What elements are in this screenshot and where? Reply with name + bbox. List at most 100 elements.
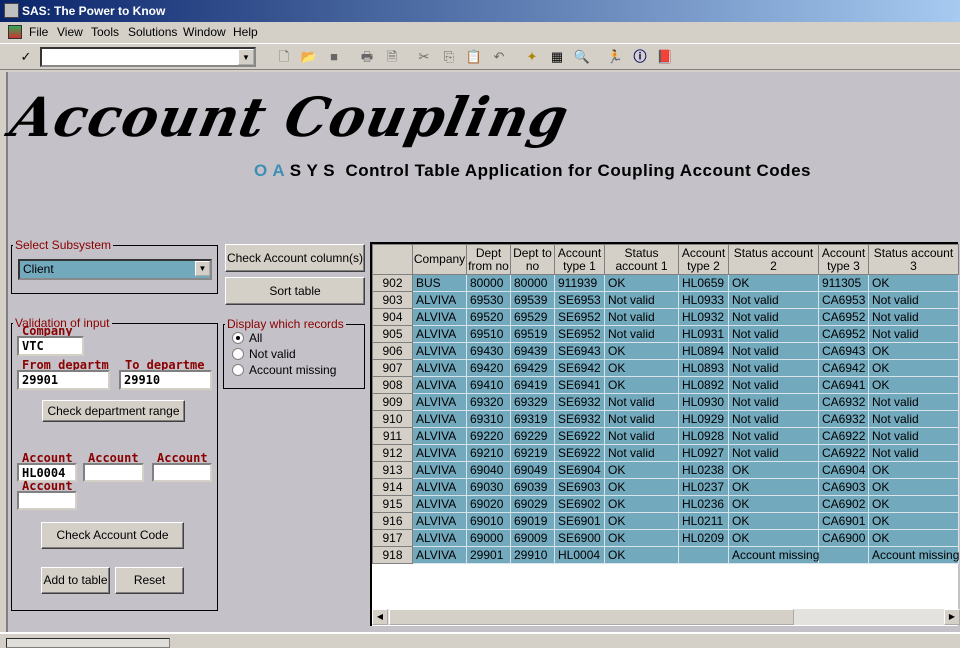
table-cell[interactable]: Not valid — [728, 359, 819, 377]
run-icon[interactable]: 🏃 — [606, 48, 624, 66]
menu-window[interactable]: Window — [183, 22, 226, 42]
table-cell[interactable]: OK — [604, 495, 679, 513]
table-cell[interactable]: OK — [868, 529, 959, 547]
table-cell[interactable]: SE6922 — [554, 444, 605, 462]
table-cell[interactable]: OK — [604, 461, 679, 479]
table-cell[interactable]: 69519 — [510, 325, 555, 343]
column-header[interactable]: Status account 2 — [728, 244, 819, 275]
table-cell[interactable]: OK — [604, 546, 679, 564]
column-header[interactable]: Dept to no — [510, 244, 555, 275]
table-cell[interactable]: BUS — [412, 274, 467, 292]
table-cell[interactable]: HL0894 — [678, 342, 729, 360]
table-cell[interactable]: Not valid — [604, 427, 679, 445]
row-number[interactable]: 917 — [372, 529, 413, 547]
row-number[interactable]: 905 — [372, 325, 413, 343]
table-cell[interactable]: 69030 — [466, 478, 511, 496]
table-cell[interactable]: ALVIVA — [412, 427, 467, 445]
table-cell[interactable]: OK — [728, 495, 819, 513]
table-cell[interactable]: SE6943 — [554, 342, 605, 360]
table-cell[interactable]: 69010 — [466, 512, 511, 530]
row-number[interactable]: 906 — [372, 342, 413, 360]
column-header[interactable]: Account type 3 — [818, 244, 869, 275]
table-cell[interactable]: 80000 — [510, 274, 555, 292]
sort-table-button[interactable]: Sort table — [225, 277, 365, 305]
table-cell[interactable]: HL0931 — [678, 325, 729, 343]
table-cell[interactable]: OK — [728, 461, 819, 479]
row-number[interactable]: 908 — [372, 376, 413, 394]
column-header[interactable]: Dept from no — [466, 244, 511, 275]
table-cell[interactable]: ALVIVA — [412, 359, 467, 377]
table-cell[interactable]: SE6904 — [554, 461, 605, 479]
table-cell[interactable]: 69439 — [510, 342, 555, 360]
table-cell[interactable]: ALVIVA — [412, 376, 467, 394]
menu-tools[interactable]: Tools — [91, 22, 119, 42]
table-cell[interactable]: HL0933 — [678, 291, 729, 309]
table-cell[interactable]: HL0237 — [678, 478, 729, 496]
table-cell[interactable]: CA6942 — [818, 359, 869, 377]
table-cell[interactable]: Not valid — [728, 325, 819, 343]
table-cell[interactable]: CA6941 — [818, 376, 869, 394]
table-row[interactable]: 909 ALVIVA 69320 69329 SE6932 Not valid HL0930… — [372, 393, 959, 411]
table-cell[interactable]: 69020 — [466, 495, 511, 513]
table-cell[interactable]: Not valid — [868, 308, 959, 326]
table-cell[interactable]: 69410 — [466, 376, 511, 394]
row-number[interactable]: 916 — [372, 512, 413, 530]
table-cell[interactable]: CA6952 — [818, 308, 869, 326]
table-cell[interactable]: OK — [868, 512, 959, 530]
table-cell[interactable]: OK — [604, 512, 679, 530]
table-cell[interactable]: ALVIVA — [412, 342, 467, 360]
table-cell[interactable]: OK — [604, 529, 679, 547]
column-header[interactable]: Account type 1 — [554, 244, 605, 275]
table-cell[interactable] — [818, 546, 869, 564]
table-cell[interactable]: SE6941 — [554, 376, 605, 394]
table-cell[interactable]: 69219 — [510, 444, 555, 462]
table-cell[interactable]: CA6901 — [818, 512, 869, 530]
table-cell[interactable]: ALVIVA — [412, 529, 467, 547]
paste-icon[interactable]: 📋 — [465, 48, 483, 66]
to-department-field[interactable]: 29910 — [119, 370, 212, 390]
table-cell[interactable]: 69220 — [466, 427, 511, 445]
menu-help[interactable]: Help — [233, 22, 258, 42]
table-row[interactable]: 902 BUS 80000 80000 911939 OK HL0659 OK 911305 OK — [372, 274, 959, 292]
table-cell[interactable]: SE6903 — [554, 478, 605, 496]
table-cell[interactable]: OK — [604, 478, 679, 496]
table-cell[interactable]: 29901 — [466, 546, 511, 564]
table-cell[interactable]: 69029 — [510, 495, 555, 513]
row-number[interactable]: 907 — [372, 359, 413, 377]
table-cell[interactable]: OK — [868, 461, 959, 479]
table-cell[interactable]: Not valid — [728, 427, 819, 445]
table-cell[interactable]: OK — [868, 376, 959, 394]
table-cell[interactable]: OK — [868, 478, 959, 496]
table-cell[interactable]: Not valid — [728, 342, 819, 360]
table-row[interactable]: 917 ALVIVA 69000 69009 SE6900 OK HL0209 OK CA690… — [372, 529, 959, 547]
table-cell[interactable]: HL0893 — [678, 359, 729, 377]
table-row[interactable]: 915 ALVIVA 69020 69029 SE6902 OK HL0236 OK CA690… — [372, 495, 959, 513]
table-cell[interactable]: HL0932 — [678, 308, 729, 326]
table-cell[interactable]: OK — [728, 478, 819, 496]
table-cell[interactable]: OK — [604, 342, 679, 360]
table-cell[interactable]: HL0004 — [554, 546, 605, 564]
table-row[interactable]: 914 ALVIVA 69030 69039 SE6903 OK HL0237 OK CA690… — [372, 478, 959, 496]
table-cell[interactable]: 69040 — [466, 461, 511, 479]
scroll-thumb[interactable] — [389, 609, 794, 625]
undo-icon[interactable]: ↶ — [490, 48, 508, 66]
table-cell[interactable]: SE6952 — [554, 308, 605, 326]
table-cell[interactable]: ALVIVA — [412, 393, 467, 411]
table-cell[interactable]: Not valid — [728, 444, 819, 462]
check-account-columns-button[interactable]: Check Account column(s) — [225, 244, 365, 272]
row-number[interactable]: 912 — [372, 444, 413, 462]
table-row[interactable]: 913 ALVIVA 69040 69049 SE6904 OK HL0238 OK CA690… — [372, 461, 959, 479]
table-cell[interactable]: SE6953 — [554, 291, 605, 309]
table-cell[interactable]: Not valid — [728, 376, 819, 394]
table-row[interactable]: 912 ALVIVA 69210 69219 SE6922 Not valid HL0927… — [372, 444, 959, 462]
table-cell[interactable]: Not valid — [604, 308, 679, 326]
table-cell[interactable]: Not valid — [728, 291, 819, 309]
table-cell[interactable]: Account missing — [728, 546, 819, 564]
table-cell[interactable]: 69520 — [466, 308, 511, 326]
table-row[interactable]: 903 ALVIVA 69530 69539 SE6953 Not valid HL0933… — [372, 291, 959, 309]
menu-file[interactable]: File — [29, 22, 48, 42]
row-number[interactable]: 902 — [372, 274, 413, 292]
table-cell[interactable]: ALVIVA — [412, 325, 467, 343]
menu-solutions[interactable]: Solutions — [128, 22, 177, 42]
table-cell[interactable]: ALVIVA — [412, 546, 467, 564]
